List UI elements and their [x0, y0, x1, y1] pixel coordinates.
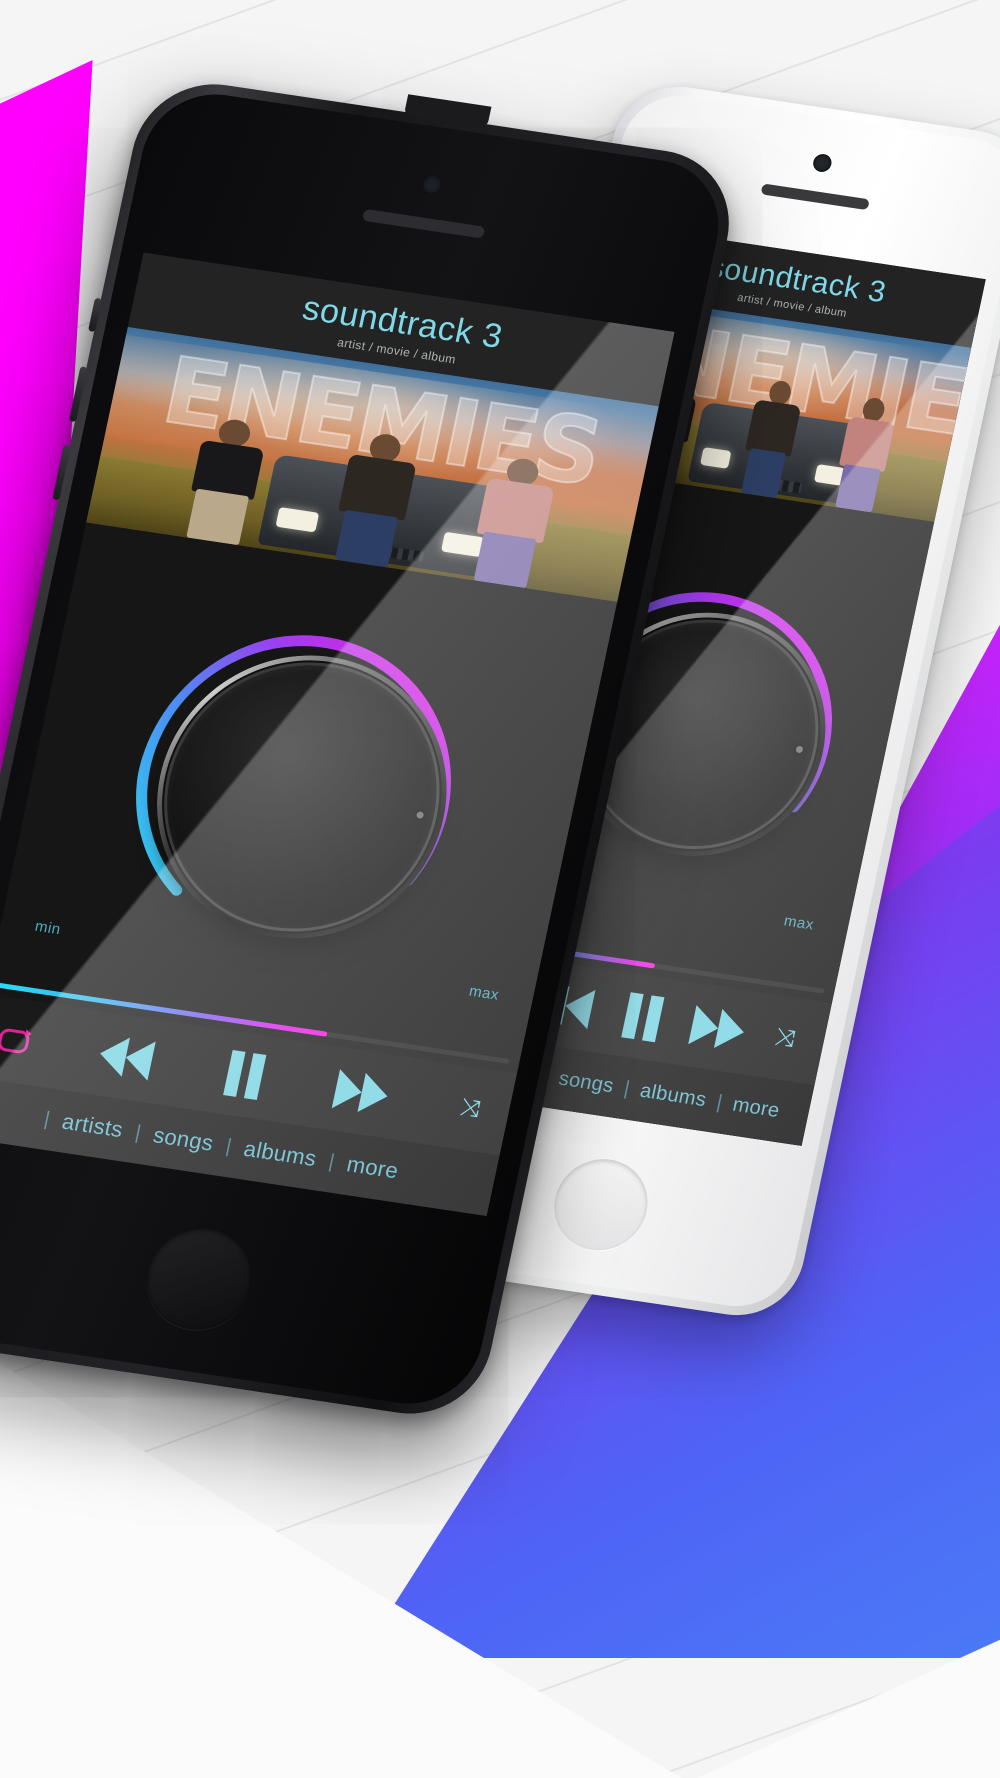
- album-art-person-legs: [473, 531, 537, 589]
- shuffle-icon[interactable]: ⤨: [773, 1023, 804, 1052]
- album-art-person-legs: [335, 509, 399, 568]
- tab-songs[interactable]: songs: [546, 1066, 627, 1100]
- tab-more[interactable]: more: [720, 1092, 793, 1125]
- repeat-icon[interactable]: [0, 1027, 32, 1054]
- pause-icon[interactable]: [618, 992, 667, 1043]
- album-art-person-legs: [740, 448, 787, 499]
- volume-max-label: max: [467, 982, 501, 1004]
- rewind-icon[interactable]: [95, 1033, 158, 1081]
- album-art-person-legs: [835, 463, 881, 513]
- pause-icon[interactable]: [220, 1050, 269, 1101]
- tab-songs[interactable]: songs: [138, 1120, 229, 1158]
- shuffle-icon[interactable]: ⤨: [458, 1094, 489, 1123]
- fast-forward-icon[interactable]: [688, 1005, 750, 1052]
- volume-max-label: max: [782, 912, 816, 934]
- volume-knob[interactable]: [104, 611, 500, 983]
- fast-forward-icon[interactable]: [331, 1069, 394, 1116]
- volume-min-label: min: [33, 917, 63, 939]
- tab-albums[interactable]: albums: [229, 1134, 332, 1174]
- tab-more[interactable]: more: [332, 1149, 414, 1186]
- tab-artists[interactable]: artists: [47, 1107, 138, 1145]
- album-art-person-legs: [186, 488, 250, 546]
- tab-albums[interactable]: albums: [627, 1078, 719, 1114]
- volume-knob-area: min max: [0, 522, 618, 1054]
- promo-stage: soundtrack 3 artist / movie / album ENEM…: [0, 0, 1000, 1778]
